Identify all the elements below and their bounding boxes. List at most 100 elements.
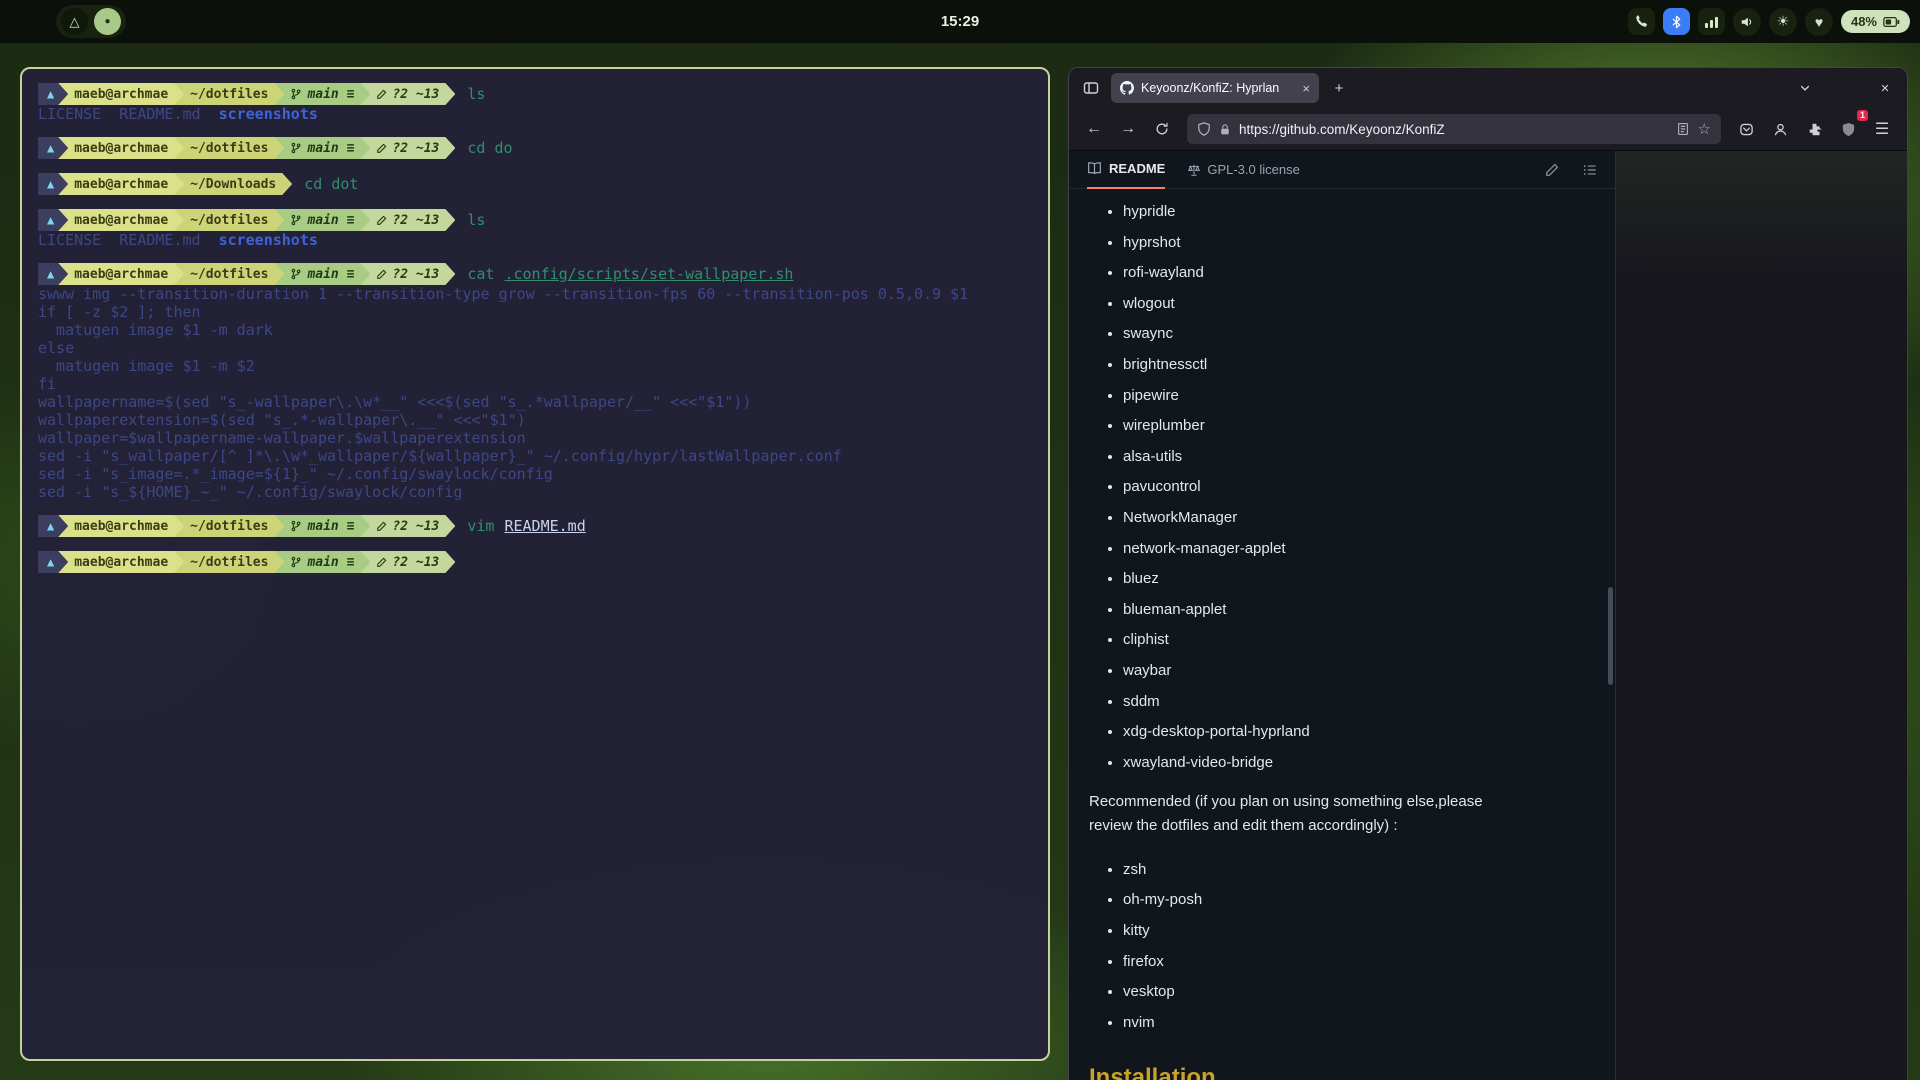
readme-tab[interactable]: README	[1087, 151, 1165, 189]
menu-button[interactable]: ☰	[1867, 114, 1897, 144]
reader-view-icon[interactable]	[1676, 122, 1690, 136]
prompt-user: maeb@archmae	[58, 173, 184, 195]
page-empty-area	[1616, 151, 1907, 1080]
prompt-git-branch: main ≡	[274, 263, 370, 285]
back-button[interactable]: ←	[1079, 114, 1109, 144]
adblock-shield-icon	[1841, 122, 1856, 137]
firefox-view-button[interactable]	[1077, 74, 1105, 102]
prompt-user: maeb@archmae	[58, 137, 184, 159]
prompt-git-branch: main ≡	[274, 83, 370, 105]
command-text: cd dot	[304, 175, 358, 193]
list-icon	[1583, 163, 1597, 177]
favorites-button[interactable]: ♥	[1805, 8, 1833, 36]
prompt-git-status: ?2 ~13	[360, 137, 455, 159]
terminal-window[interactable]: ▲ maeb@archmae ~/dotfiles main ≡ ?2 ~13 …	[20, 67, 1050, 1061]
pencil-icon	[376, 89, 387, 100]
brightness-button[interactable]: ☀	[1769, 8, 1797, 36]
list-item: alsa-utils	[1123, 442, 1595, 473]
git-branch-icon	[290, 556, 302, 568]
volume-button[interactable]	[1733, 8, 1761, 36]
command-text: cd do	[467, 139, 512, 157]
list-all-tabs-button[interactable]	[1791, 74, 1819, 102]
list-item: wireplumber	[1123, 411, 1595, 442]
terminal-prompt: ▲ maeb@archmae ~/dotfiles main ≡ ?2 ~13 …	[38, 137, 1048, 159]
license-link[interactable]: GPL-3.0 license	[1187, 162, 1300, 177]
list-item: vesktop	[1123, 977, 1595, 1008]
phone-button[interactable]	[1628, 8, 1655, 35]
recommended-paragraph: Recommended (if you plan on using someth…	[1089, 790, 1529, 837]
list-item: xdg-desktop-portal-hyprland	[1123, 717, 1595, 748]
reload-button[interactable]	[1147, 114, 1177, 144]
git-branch-icon	[290, 142, 302, 154]
list-item: wlogout	[1123, 289, 1595, 320]
status-bar: △ ● 15:29 ☀ ♥ 48%	[0, 0, 1920, 43]
outline-button[interactable]	[1583, 163, 1597, 177]
list-item: waybar	[1123, 656, 1595, 687]
git-branch-icon	[290, 268, 302, 280]
bookmark-star-icon[interactable]: ☆	[1698, 120, 1711, 138]
github-favicon	[1120, 81, 1134, 95]
workspace-switcher: △ ●	[56, 5, 126, 38]
git-branch-icon	[290, 214, 302, 226]
extensions-button[interactable]	[1799, 114, 1829, 144]
battery-indicator[interactable]: 48%	[1841, 10, 1910, 33]
prompt-path: ~/dotfiles	[174, 83, 284, 105]
workspace-2-button[interactable]: ●	[94, 8, 121, 35]
prompt-git-status: ?2 ~13	[360, 515, 455, 537]
prompt-git-branch: main ≡	[274, 515, 370, 537]
prompt-git-status: ?2 ~13	[360, 83, 455, 105]
command-text: ls	[467, 85, 485, 103]
command-text: cat	[467, 265, 494, 283]
bluetooth-button[interactable]	[1663, 8, 1690, 35]
terminal-prompt: ▲ maeb@archmae ~/dotfiles main ≡ ?2 ~13 …	[38, 515, 1048, 537]
directory-entry: screenshots	[219, 105, 318, 123]
chevron-down-icon	[1799, 82, 1811, 94]
terminal-prompt: ▲ maeb@archmae ~/Downloads cd dot	[38, 173, 1048, 195]
prompt-path: ~/dotfiles	[174, 515, 284, 537]
scrollbar-thumb[interactable]	[1608, 587, 1613, 685]
git-branch-icon	[290, 88, 302, 100]
extension-badge: 1	[1857, 110, 1868, 121]
bluetooth-icon	[1670, 15, 1683, 29]
address-bar[interactable]: https://github.com/Keyoonz/KonfiZ ☆	[1187, 114, 1721, 144]
terminal-prompt: ▲ maeb@archmae ~/dotfiles main ≡ ?2 ~13 …	[38, 209, 1048, 231]
forward-button[interactable]: →	[1113, 114, 1143, 144]
list-item: nvim	[1123, 1008, 1595, 1039]
edit-readme-button[interactable]	[1545, 163, 1559, 177]
list-item: brightnessctl	[1123, 350, 1595, 381]
list-item: sddm	[1123, 687, 1595, 718]
browser-content: README GPL-3.0 license hypridle hyprshot	[1069, 151, 1907, 1080]
tab-github[interactable]: Keyoonz/KonfiZ: Hyprlan ×	[1111, 73, 1319, 103]
url-text: https://github.com/Keyoonz/KonfiZ	[1239, 122, 1668, 137]
prompt-git-branch: main ≡	[274, 551, 370, 573]
list-item: zsh	[1123, 855, 1595, 886]
edit-pencil-icon	[1545, 163, 1559, 177]
prompt-path: ~/Downloads	[174, 173, 292, 195]
script-line: wallpaper=$wallpapername-wallpaper.$wall…	[38, 429, 1048, 447]
reload-icon	[1155, 122, 1169, 136]
new-tab-button[interactable]: +	[1325, 74, 1353, 102]
script-line: matugen image $1 -m dark	[38, 321, 1048, 339]
list-item: bluez	[1123, 564, 1595, 595]
prompt-path: ~/dotfiles	[174, 263, 284, 285]
workspace-1-button[interactable]: △	[61, 8, 88, 35]
tab-close-icon[interactable]: ×	[1302, 81, 1310, 96]
list-item: network-manager-applet	[1123, 534, 1595, 565]
github-readme-panel: README GPL-3.0 license hypridle hyprshot	[1069, 151, 1616, 1080]
list-item: pavucontrol	[1123, 472, 1595, 503]
list-item: hypridle	[1123, 197, 1595, 228]
lock-icon[interactable]	[1219, 123, 1231, 136]
list-item: cliphist	[1123, 625, 1595, 656]
pencil-icon	[376, 143, 387, 154]
tracking-shield-icon[interactable]	[1197, 122, 1211, 136]
account-icon	[1773, 122, 1788, 137]
script-line: sed -i "s_${HOME}_~_" ~/.config/swaylock…	[38, 483, 1048, 501]
account-button[interactable]	[1765, 114, 1795, 144]
window-close-button[interactable]: ×	[1871, 74, 1899, 102]
network-button[interactable]	[1698, 8, 1725, 35]
prompt-user: maeb@archmae	[58, 263, 184, 285]
pocket-button[interactable]	[1731, 114, 1761, 144]
git-branch-icon	[290, 520, 302, 532]
script-path-link: .config/scripts/set-wallpaper.sh	[504, 265, 793, 283]
adblock-extension-button[interactable]: 1	[1833, 114, 1863, 144]
